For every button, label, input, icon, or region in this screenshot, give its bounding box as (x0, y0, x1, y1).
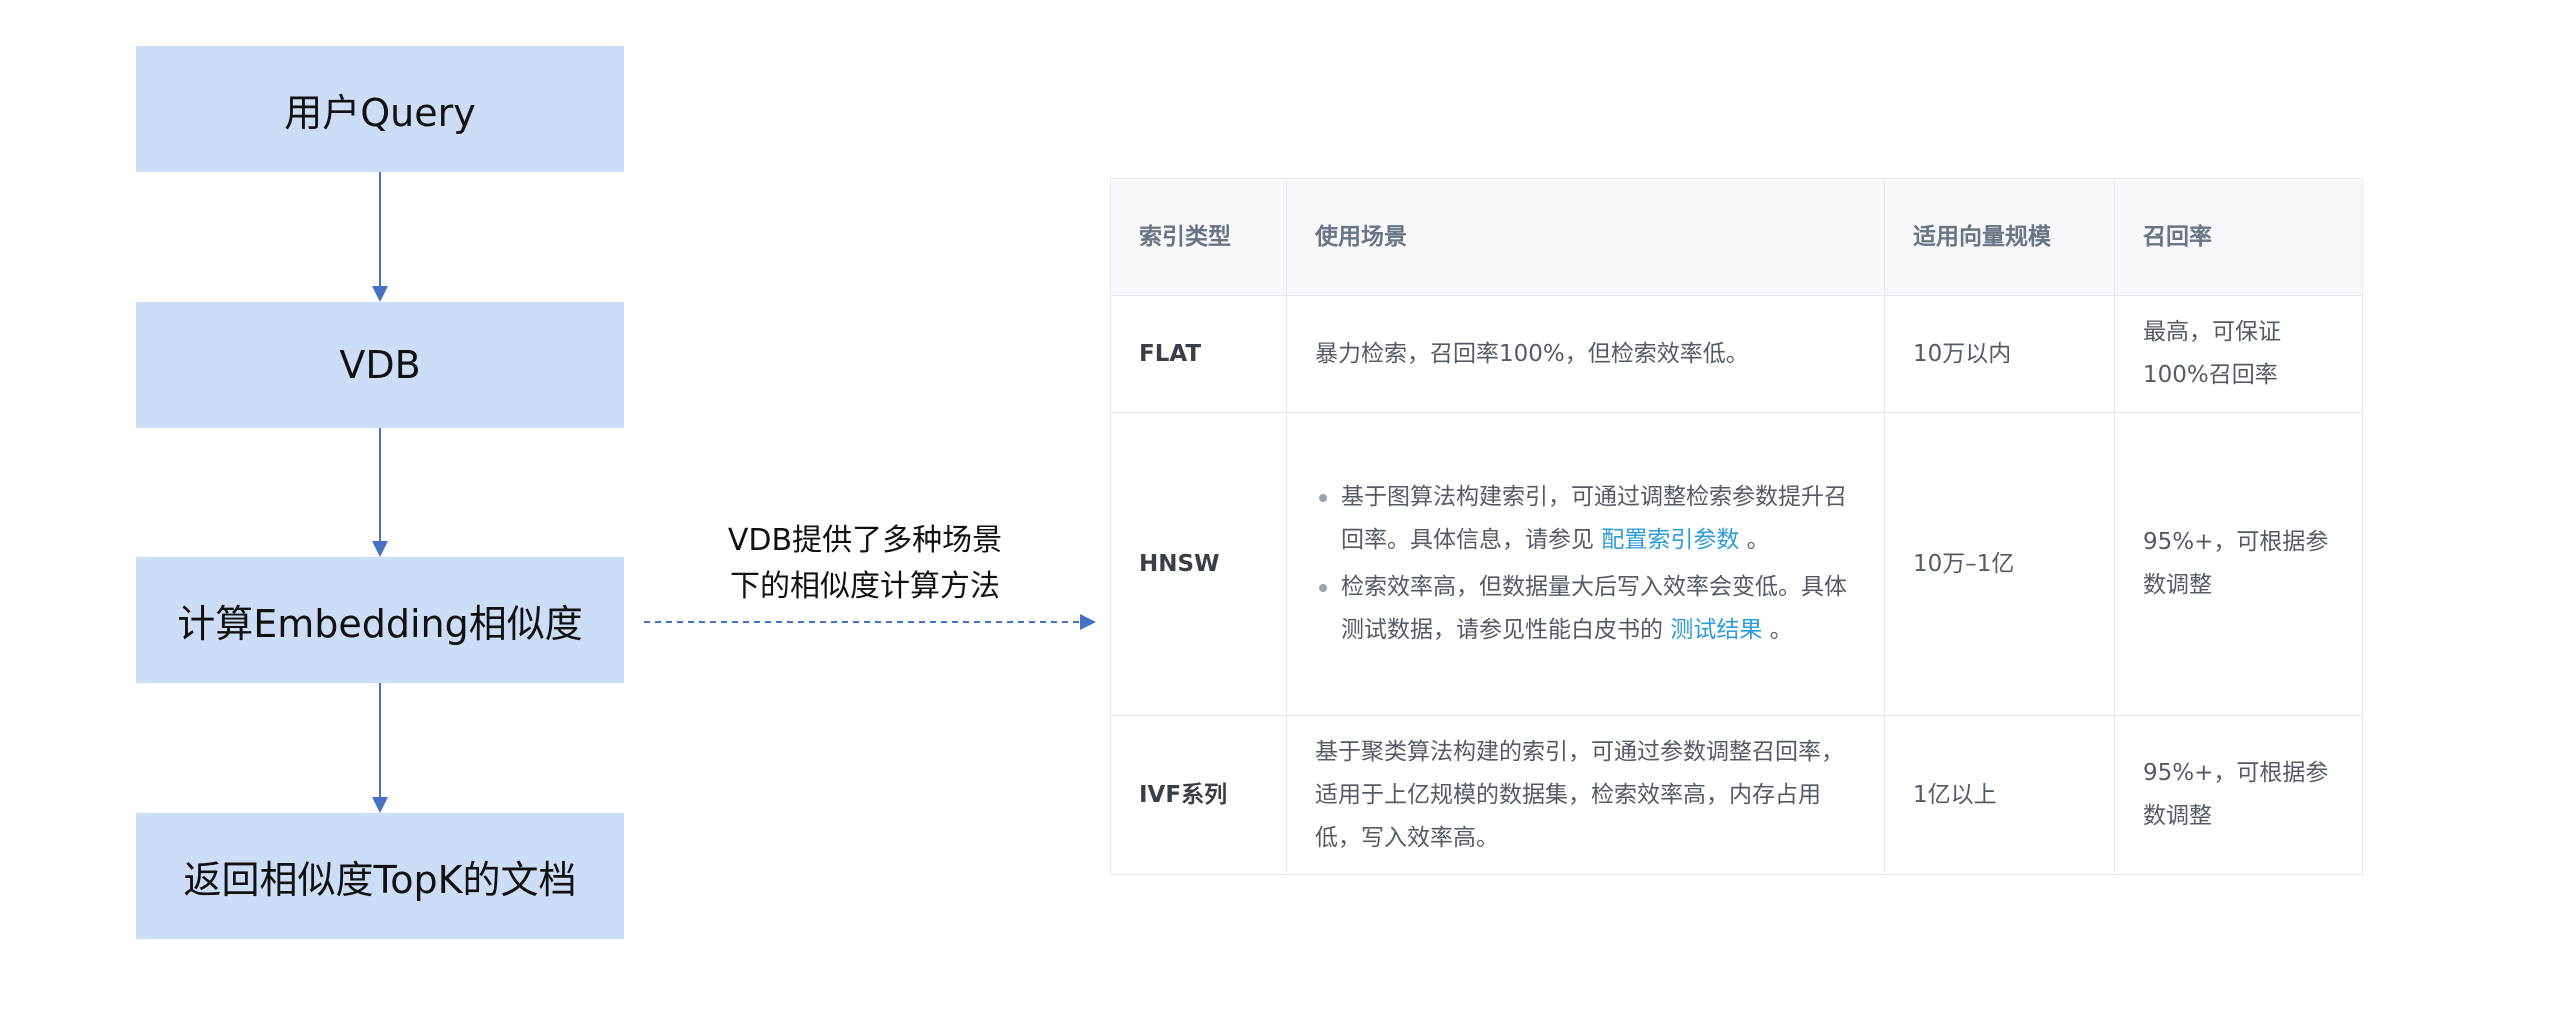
bullet-text: 基于图算法构建索引，可通过调整检索参数提升召回率。具体信息，请参见 (1341, 484, 1847, 553)
flow-step-label: 用户Query (284, 90, 476, 135)
flow-step-compute-similarity: 计算Embedding相似度 (136, 557, 624, 683)
flow-arrow-3 (372, 683, 388, 813)
flow-step-vdb: VDB (136, 302, 624, 428)
flow-step-label: VDB (339, 343, 421, 387)
header-recall: 召回率 (2114, 178, 2363, 296)
header-index-type: 索引类型 (1110, 178, 1287, 296)
flow-arrow-1 (372, 172, 388, 302)
flow-step-label: 计算Embedding相似度 (177, 601, 583, 646)
scenario-bullet-list: 基于图算法构建索引，可通过调整检索参数提升召回率。具体信息，请参见 配置索引参数… (1315, 476, 1856, 652)
cell-recall: 95%+，可根据参数调整 (2114, 715, 2363, 875)
flow-step-label: 返回相似度TopK的文档 (183, 857, 577, 902)
header-vector-scale: 适用向量规模 (1884, 178, 2115, 296)
cell-recall: 最高，可保证100%召回率 (2114, 295, 2363, 413)
cell-scenario: 暴力检索，召回率100%，但检索效率低。 (1286, 295, 1885, 413)
cell-index-type: HNSW (1110, 412, 1287, 716)
cell-scenario: 基于图算法构建索引，可通过调整检索参数提升召回率。具体信息，请参见 配置索引参数… (1286, 412, 1885, 716)
annotation-line-2: 下的相似度计算方法 (730, 569, 1000, 604)
flow-step-user-query: 用户Query (136, 46, 624, 172)
flow-arrow-2 (372, 428, 388, 557)
test-results-link[interactable]: 测试结果 (1670, 617, 1762, 643)
table-row: IVF系列 基于聚类算法构建的索引，可通过参数调整召回率，适用于上亿规模的数据集… (1110, 715, 2363, 875)
index-type-table: 索引类型 使用场景 适用向量规模 召回率 FLAT 暴力检索，召回率100%，但… (1110, 178, 2363, 875)
config-index-params-link[interactable]: 配置索引参数 (1601, 527, 1739, 553)
cell-vector-scale: 10万以内 (1884, 295, 2115, 413)
cell-index-type: FLAT (1110, 295, 1287, 413)
bullet-suffix: 。 (1739, 527, 1770, 553)
cell-vector-scale: 10万–1亿 (1884, 412, 2115, 716)
table-row: HNSW 基于图算法构建索引，可通过调整检索参数提升召回率。具体信息，请参见 配… (1110, 412, 2363, 716)
cell-vector-scale: 1亿以上 (1884, 715, 2115, 875)
cell-index-type: IVF系列 (1110, 715, 1287, 875)
dashed-arrow-annotation: VDB提供了多种场景 下的相似度计算方法 (700, 518, 1030, 610)
header-scenario: 使用场景 (1286, 178, 1885, 296)
cell-recall: 95%+，可根据参数调整 (2114, 412, 2363, 716)
table-row: FLAT 暴力检索，召回率100%，但检索效率低。 10万以内 最高，可保证10… (1110, 295, 2363, 413)
list-item: 检索效率高，但数据量大后写入效率会变低。具体测试数据，请参见性能白皮书的 测试结… (1315, 566, 1856, 652)
dashed-arrow-to-table (644, 614, 1096, 630)
cell-scenario: 基于聚类算法构建的索引，可通过参数调整召回率，适用于上亿规模的数据集，检索效率高… (1286, 715, 1885, 875)
annotation-line-1: VDB提供了多种场景 (727, 523, 1003, 558)
table-header-row: 索引类型 使用场景 适用向量规模 召回率 (1110, 178, 2363, 296)
bullet-suffix: 。 (1762, 617, 1793, 643)
flow-step-return-topk: 返回相似度TopK的文档 (136, 813, 624, 939)
list-item: 基于图算法构建索引，可通过调整检索参数提升召回率。具体信息，请参见 配置索引参数… (1315, 476, 1856, 562)
